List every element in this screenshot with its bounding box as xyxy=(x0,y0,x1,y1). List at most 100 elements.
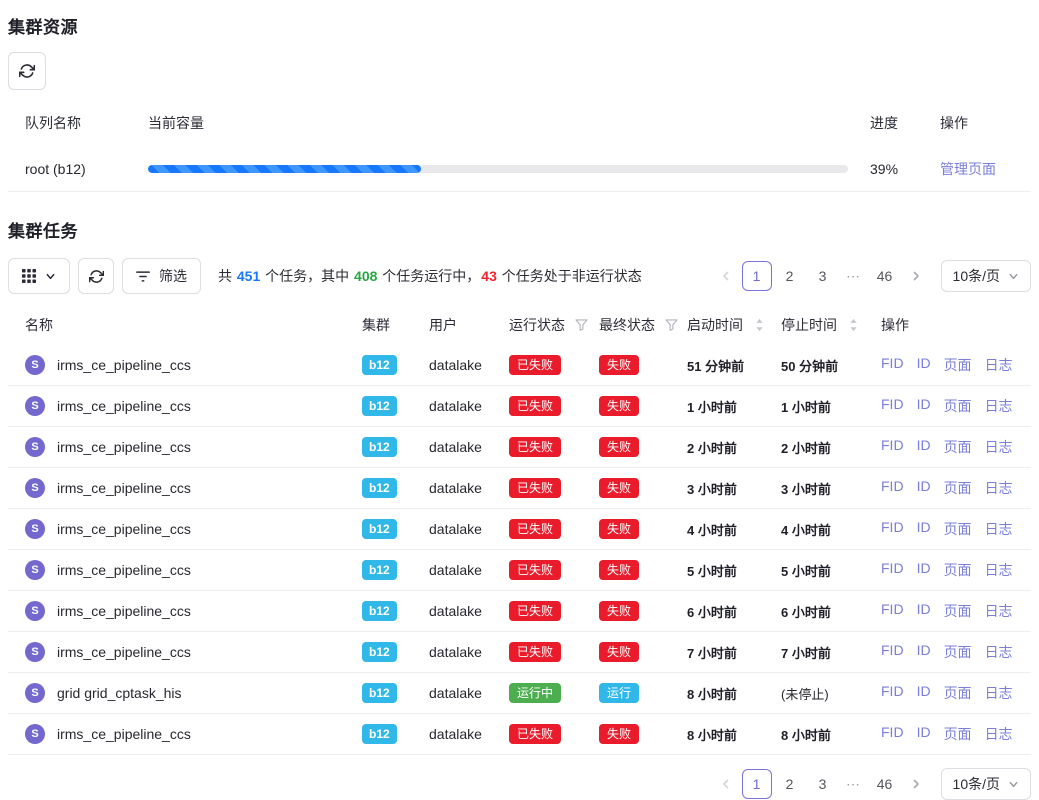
page-ellipsis[interactable]: ⋯ xyxy=(841,268,867,285)
row-actions: FID ID 页面日志 xyxy=(881,519,1031,539)
filter-funnel-icon[interactable] xyxy=(575,319,588,331)
stop-time: 1 小时前 xyxy=(781,397,881,416)
log-link[interactable]: 日志 xyxy=(985,355,1013,375)
page-link[interactable]: 页面 xyxy=(944,478,972,498)
stop-time-header: 停止时间 xyxy=(781,315,837,335)
progress-value: 39% xyxy=(870,161,940,177)
table-row: S irms_ce_pipeline_ccs b12 datalake 已失败 … xyxy=(8,509,1031,550)
fid-link[interactable]: FID xyxy=(881,683,904,703)
page-link[interactable]: 页面 xyxy=(944,355,972,375)
id-link[interactable]: ID xyxy=(917,478,931,498)
resources-refresh-button[interactable] xyxy=(8,52,46,90)
page-button-1[interactable]: 1 xyxy=(742,769,772,799)
page-size-select[interactable]: 10条/页 xyxy=(941,260,1031,292)
chevron-down-icon xyxy=(1008,779,1019,790)
id-link[interactable]: ID xyxy=(917,519,931,539)
page-button-3[interactable]: 3 xyxy=(808,769,838,799)
user-cell: datalake xyxy=(429,726,509,742)
column-settings-button[interactable] xyxy=(8,258,70,294)
filter-funnel-icon[interactable] xyxy=(665,319,678,331)
id-link[interactable]: ID xyxy=(917,642,931,662)
task-name: irms_ce_pipeline_ccs xyxy=(57,644,191,660)
page-button-last[interactable]: 46 xyxy=(870,769,900,799)
page-size-select[interactable]: 10条/页 xyxy=(941,768,1031,800)
tasks-toolbar: 筛选 共 451 个任务，其中 408 个任务运行中，43 个任务处于非运行状态… xyxy=(8,258,1031,294)
log-link[interactable]: 日志 xyxy=(985,683,1013,703)
final-status-badge: 失败 xyxy=(599,396,639,416)
page-button-3[interactable]: 3 xyxy=(808,261,838,291)
log-link[interactable]: 日志 xyxy=(985,519,1013,539)
log-link[interactable]: 日志 xyxy=(985,560,1013,580)
log-link[interactable]: 日志 xyxy=(985,601,1013,621)
final-status-badge: 失败 xyxy=(599,642,639,662)
stop-time: 3 小时前 xyxy=(781,479,881,498)
id-link[interactable]: ID xyxy=(917,601,931,621)
page-button-1[interactable]: 1 xyxy=(742,261,772,291)
fid-link[interactable]: FID xyxy=(881,601,904,621)
sort-carets-icon[interactable] xyxy=(755,318,764,332)
row-actions: FID ID 页面日志 xyxy=(881,560,1031,580)
stop-time: (未停止) xyxy=(781,684,881,703)
next-page-button[interactable] xyxy=(903,261,929,291)
cluster-header: 集群 xyxy=(362,315,429,335)
task-name: irms_ce_pipeline_ccs xyxy=(57,562,191,578)
final-status-badge: 失败 xyxy=(599,355,639,375)
log-link[interactable]: 日志 xyxy=(985,437,1013,457)
tasks-refresh-button[interactable] xyxy=(78,258,114,294)
page-link[interactable]: 页面 xyxy=(944,683,972,703)
id-link[interactable]: ID xyxy=(917,396,931,416)
fid-link[interactable]: FID xyxy=(881,560,904,580)
user-cell: datalake xyxy=(429,562,509,578)
row-actions: FID ID 页面日志 xyxy=(881,478,1031,498)
sort-carets-icon[interactable] xyxy=(849,318,858,332)
fid-link[interactable]: FID xyxy=(881,396,904,416)
fid-link[interactable]: FID xyxy=(881,724,904,744)
page-link[interactable]: 页面 xyxy=(944,724,972,744)
fid-link[interactable]: FID xyxy=(881,519,904,539)
page-button-2[interactable]: 2 xyxy=(775,261,805,291)
queue-name-header: 队列名称 xyxy=(8,113,148,133)
page-link[interactable]: 页面 xyxy=(944,560,972,580)
avatar: S xyxy=(25,724,45,744)
stop-time: 7 小时前 xyxy=(781,643,881,662)
page-button-2[interactable]: 2 xyxy=(775,769,805,799)
log-link[interactable]: 日志 xyxy=(985,396,1013,416)
page-link[interactable]: 页面 xyxy=(944,642,972,662)
id-link[interactable]: ID xyxy=(917,724,931,744)
start-time: 8 小时前 xyxy=(687,684,781,703)
fid-link[interactable]: FID xyxy=(881,355,904,375)
task-name: irms_ce_pipeline_ccs xyxy=(57,521,191,537)
manage-page-link[interactable]: 管理页面 xyxy=(940,161,996,177)
filter-icon xyxy=(136,270,150,283)
row-actions: FID ID 页面日志 xyxy=(881,396,1031,416)
run-status-badge: 运行中 xyxy=(509,683,561,703)
log-link[interactable]: 日志 xyxy=(985,478,1013,498)
id-link[interactable]: ID xyxy=(917,437,931,457)
log-link[interactable]: 日志 xyxy=(985,724,1013,744)
page-link[interactable]: 页面 xyxy=(944,396,972,416)
stop-time: 8 小时前 xyxy=(781,725,881,744)
name-header: 名称 xyxy=(8,315,362,335)
prev-page-button[interactable] xyxy=(713,261,739,291)
row-actions: FID ID 页面日志 xyxy=(881,601,1031,621)
page-link[interactable]: 页面 xyxy=(944,601,972,621)
page-link[interactable]: 页面 xyxy=(944,519,972,539)
running-task-count: 408 xyxy=(353,268,378,284)
filter-button[interactable]: 筛选 xyxy=(122,258,201,294)
fid-link[interactable]: FID xyxy=(881,478,904,498)
page-button-last[interactable]: 46 xyxy=(870,261,900,291)
prev-page-button[interactable] xyxy=(713,769,739,799)
run-status-badge: 已失败 xyxy=(509,396,561,416)
next-page-button[interactable] xyxy=(903,769,929,799)
id-link[interactable]: ID xyxy=(917,560,931,580)
page-link[interactable]: 页面 xyxy=(944,437,972,457)
user-cell: datalake xyxy=(429,603,509,619)
start-time: 1 小时前 xyxy=(687,397,781,416)
fid-link[interactable]: FID xyxy=(881,437,904,457)
log-link[interactable]: 日志 xyxy=(985,642,1013,662)
id-link[interactable]: ID xyxy=(917,683,931,703)
id-link[interactable]: ID xyxy=(917,355,931,375)
row-actions: FID ID 页面日志 xyxy=(881,683,1031,703)
fid-link[interactable]: FID xyxy=(881,642,904,662)
start-time: 8 小时前 xyxy=(687,725,781,744)
